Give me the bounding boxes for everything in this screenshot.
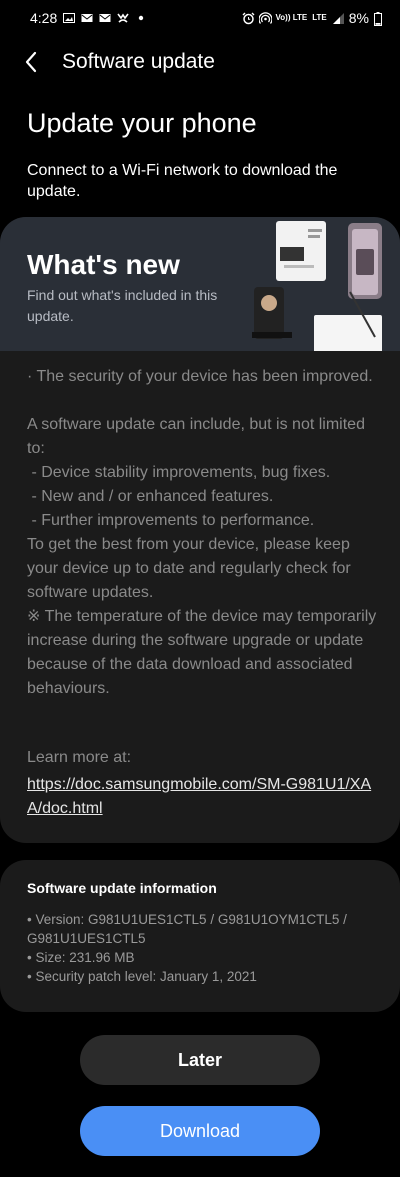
learn-more-link[interactable]: https://doc.samsungmobile.com/SM-G981U1/… [27,773,377,821]
security-patch-level: • Security patch level: January 1, 2021 [27,969,257,984]
signal-icon [332,12,344,24]
mail-icon [99,12,111,24]
update-headline: Update your phone [27,108,257,138]
wifi-required-message: Connect to a Wi-Fi network to download t… [27,162,338,200]
release-notes: · The security of your device has been i… [27,368,377,697]
dot-icon [135,12,147,24]
whats-new-header: What's new Find out what's included in t… [0,217,400,355]
whats-new-title: What's new [27,249,180,280]
hotspot-icon [258,12,272,24]
mail-icon [81,12,93,24]
status-left: 4:28 [30,10,147,26]
back-button[interactable] [18,48,46,76]
update-info-list: • Version: G981U1UES1CTL5 / G981U1OYM1CT… [27,910,377,986]
volte-label: Vo)) LTE [275,13,308,22]
status-time: 4:28 [30,10,58,26]
page-title: Software update [62,50,215,73]
image-icon [63,12,76,24]
update-info-title: Software update information [27,880,217,896]
chevron-left-icon [25,51,37,73]
app-bar: Software update [0,40,400,84]
missed-call-icon [117,12,129,24]
download-button[interactable]: Download [80,1106,320,1156]
learn-more-label: Learn more at: [27,749,132,766]
lte-label: LTE [312,13,327,22]
alarm-icon [242,12,255,25]
whats-new-subtitle: Find out what's included in this update. [27,287,218,324]
battery-icon [374,12,386,26]
later-button[interactable]: Later [80,1035,320,1085]
update-info-card: Software update information • Version: G… [0,860,400,1012]
status-right: Vo)) LTE LTE 8% [242,10,386,26]
update-size: • Size: 231.96 MB [27,950,135,965]
volte-icon: Vo)) LTE [276,14,308,22]
battery-percent: 8% [348,10,369,26]
whats-new-card: What's new Find out what's included in t… [0,217,400,843]
status-bar: 4:28 Vo)) LTE LTE 8% [0,0,400,36]
update-version: • Version: G981U1UES1CTL5 / G981U1OYM1CT… [27,912,347,946]
devices-illustration [240,217,400,355]
